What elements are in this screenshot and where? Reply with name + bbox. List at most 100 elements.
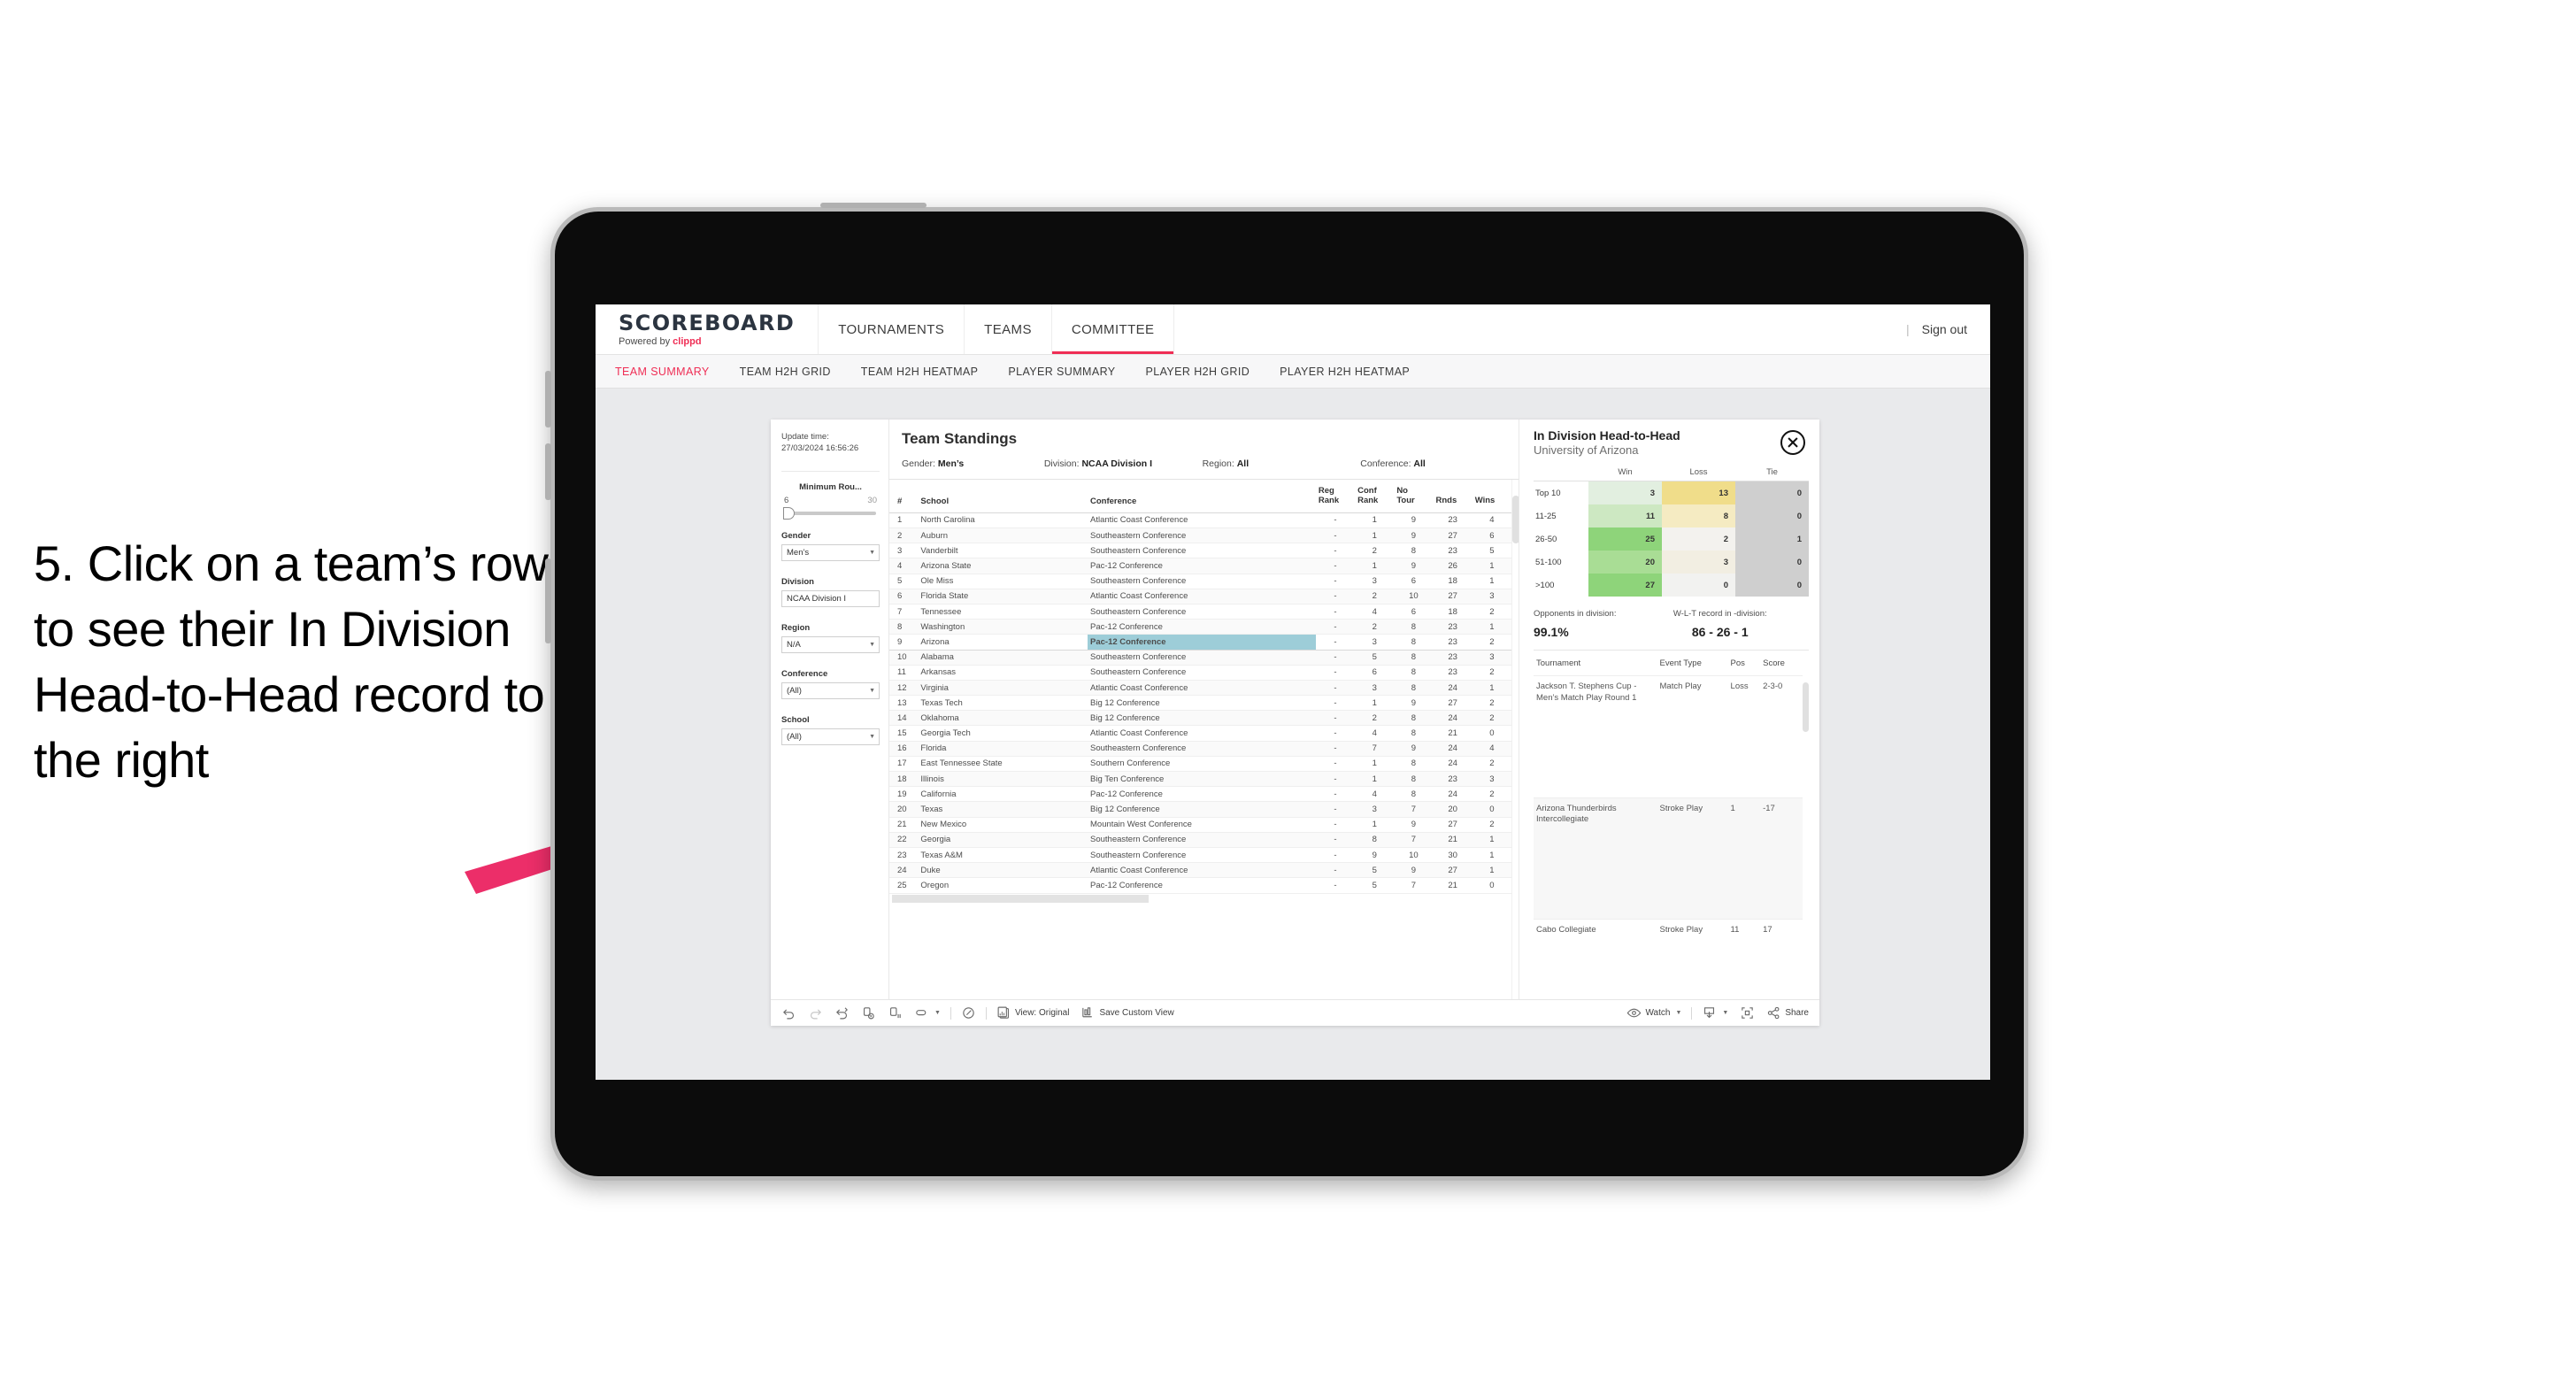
eye-icon: [1627, 1008, 1642, 1018]
cell-conference: Southern Conference: [1088, 756, 1316, 773]
cell-no-tour: 6: [1394, 604, 1434, 620]
tab-team-h2h-heatmap[interactable]: TEAM H2H HEATMAP: [861, 366, 979, 378]
horizontal-scrollbar-thumb[interactable]: [892, 894, 1149, 903]
filter-conference-label: Conference: [781, 668, 828, 679]
table-row[interactable]: 4 Arizona State Pac-12 Conference -1 9 26 1: [889, 558, 1511, 574]
close-icon[interactable]: [1780, 430, 1805, 455]
brand-logo[interactable]: SCOREBOARD Powered by clippd: [596, 304, 819, 354]
table-row[interactable]: 19 California Pac-12 Conference -4 8 24 2: [889, 786, 1511, 803]
standings-header: Team Standings Gender: Men’s Division: N…: [889, 420, 1519, 479]
table-row[interactable]: 7 Tennessee Southeastern Conference -4 6 18 2: [889, 604, 1511, 620]
filter-region: Region N/A ▼: [781, 623, 880, 653]
sign-out-area[interactable]: | Sign out: [1883, 304, 1990, 354]
tab-team-summary[interactable]: TEAM SUMMARY: [615, 366, 710, 378]
redo-button[interactable]: [808, 1005, 823, 1020]
table-row[interactable]: 17 East Tennessee State Southern Conferenc…: [889, 756, 1511, 773]
highlight-button[interactable]: ▼: [914, 1005, 941, 1020]
table-row[interactable]: 3 Vanderbilt Southeastern Conference -2 8 23 5: [889, 543, 1511, 559]
col-no-tour[interactable]: No Tour: [1394, 480, 1434, 513]
filter-gender-select[interactable]: Men’s ▼: [781, 543, 880, 561]
cell-rnds: 23: [1433, 771, 1473, 788]
pause-updates-button[interactable]: [888, 1005, 903, 1020]
table-row[interactable]: 9 Arizona Pac-12 Conference -3 8 23 2: [889, 634, 1511, 651]
vertical-scrollbar[interactable]: [1511, 480, 1519, 999]
filter-conference-select[interactable]: (All) ▼: [781, 681, 880, 699]
col-conf-rank[interactable]: Conf Rank: [1355, 480, 1395, 513]
h2h-cell-win: 27: [1588, 574, 1662, 597]
view-original-button[interactable]: View: Original: [996, 1005, 1069, 1020]
filter-school-select[interactable]: (All) ▼: [781, 728, 880, 745]
table-row[interactable]: 12 Virginia Atlantic Coast Conference -3 8 24…: [889, 680, 1511, 697]
col-rnds[interactable]: Rnds: [1433, 480, 1473, 513]
alert-button[interactable]: [961, 1005, 976, 1020]
table-row[interactable]: 22 Georgia Southeastern Conference -8 7 21 1: [889, 832, 1511, 848]
table-row[interactable]: 5 Ole Miss Southeastern Conference -3 6 18 1: [889, 574, 1511, 589]
tab-player-h2h-grid[interactable]: PLAYER H2H GRID: [1146, 366, 1250, 378]
table-row[interactable]: 18 Illinois Big Ten Conference -1 8 23 3: [889, 771, 1511, 788]
save-custom-view-button[interactable]: Save Custom View: [1080, 1005, 1174, 1020]
tournaments-scrollbar[interactable]: [1803, 651, 1810, 999]
meta-division-label: Division:: [1043, 458, 1080, 469]
revert-button[interactable]: [834, 1005, 850, 1020]
filter-division-label: Division: [781, 576, 814, 587]
watch-button[interactable]: Watch ▼: [1626, 1005, 1681, 1020]
cell-conference: Southeastern Conference: [1088, 650, 1316, 666]
table-row[interactable]: 8 Washington Pac-12 Conference -2 8 23 1: [889, 619, 1511, 635]
tab-player-h2h-heatmap[interactable]: PLAYER H2H HEATMAP: [1280, 366, 1410, 378]
table-row[interactable]: 25 Oregon Pac-12 Conference -5 7 21 0: [889, 877, 1511, 894]
tournament-row[interactable]: Jackson T. Stephens Cup - Men’s Match Pl…: [1534, 675, 1803, 798]
fullscreen-button[interactable]: [1740, 1005, 1755, 1020]
nav-item-teams[interactable]: TEAMS: [965, 304, 1052, 354]
undo-button[interactable]: [781, 1005, 796, 1020]
col-rank[interactable]: #: [889, 480, 919, 513]
table-row[interactable]: 6 Florida State Atlantic Coast Conference -…: [889, 589, 1511, 604]
table-row[interactable]: 15 Georgia Tech Atlantic Coast Conference -…: [889, 725, 1511, 742]
horizontal-scrollbar[interactable]: [889, 893, 1511, 904]
table-row[interactable]: 16 Florida Southeastern Conference -7 9 24 4: [889, 741, 1511, 757]
table-row[interactable]: 21 New Mexico Mountain West Conference -1 9 2…: [889, 817, 1511, 833]
table-row[interactable]: 20 Texas Big 12 Conference -3 7 20 0: [889, 801, 1511, 818]
tab-player-summary[interactable]: PLAYER SUMMARY: [1008, 366, 1115, 378]
table-row[interactable]: 1 North Carolina Atlantic Coast Conference…: [889, 512, 1511, 529]
tab-team-h2h-grid[interactable]: TEAM H2H GRID: [740, 366, 831, 378]
table-row[interactable]: 24 Duke Atlantic Coast Conference -5 9 27 1: [889, 862, 1511, 879]
trn-col-event-type[interactable]: Event Type: [1657, 651, 1728, 676]
cell-conf-rank: 6: [1355, 665, 1395, 681]
cell-conf-rank: 9: [1355, 847, 1395, 864]
highlight-icon: [916, 1010, 927, 1016]
col-conference[interactable]: Conference: [1088, 480, 1316, 513]
download-icon: [1704, 1007, 1715, 1019]
cell-school: Virginia: [918, 680, 1088, 697]
filter-division-select[interactable]: NCAA Division I: [781, 589, 880, 607]
table-row[interactable]: 11 Arkansas Southeastern Conference -6 8 23 2: [889, 665, 1511, 681]
tournament-row[interactable]: Arizona Thunderbirds Intercollegiate Stro…: [1534, 797, 1803, 920]
nav-item-tournaments[interactable]: TOURNAMENTS: [819, 304, 965, 354]
standings-table-column: # School Conference Reg Rank Conf Rank No T…: [889, 480, 1511, 999]
col-reg-rank[interactable]: Reg Rank: [1315, 480, 1356, 513]
slider-handle[interactable]: [783, 506, 795, 520]
table-row[interactable]: 2 Auburn Southeastern Conference -1 9 27 6: [889, 527, 1511, 544]
tournament-row[interactable]: Cabo Collegiate Stroke Play 11 17: [1534, 919, 1803, 999]
share-button[interactable]: Share: [1766, 1005, 1809, 1020]
table-row[interactable]: 23 Texas A&M Southeastern Conference -9 10 30…: [889, 847, 1511, 864]
sign-out-link[interactable]: Sign out: [1922, 322, 1967, 336]
table-row[interactable]: 10 Alabama Southeastern Conference -5 8 23 3: [889, 650, 1511, 666]
table-row[interactable]: 13 Texas Tech Big 12 Conference -1 9 27 2: [889, 695, 1511, 712]
download-button[interactable]: ▼: [1702, 1005, 1728, 1020]
col-school[interactable]: School: [918, 480, 1088, 513]
filter-minimum-rounds[interactable]: Minimum Rou... 6 30: [781, 482, 880, 520]
table-row[interactable]: 14 Oklahoma Big 12 Conference -2 8 24 2: [889, 710, 1511, 727]
minimum-rounds-slider[interactable]: [783, 506, 876, 520]
nav-item-committee[interactable]: COMMITTEE: [1051, 304, 1175, 354]
trn-col-score[interactable]: Score: [1760, 651, 1803, 676]
col-wins[interactable]: Wins: [1472, 480, 1511, 513]
trn-col-tournament[interactable]: Tournament: [1534, 651, 1657, 676]
refresh-data-button[interactable]: [861, 1005, 876, 1020]
cell-rnds: 27: [1433, 862, 1473, 879]
tournaments-scrollbar-thumb[interactable]: [1803, 682, 1810, 732]
filter-region-select[interactable]: N/A ▼: [781, 635, 880, 653]
cell-event-type: Match Play: [1657, 675, 1728, 798]
cell-wins: 2: [1472, 756, 1511, 773]
cell-rank: 1: [889, 512, 919, 529]
trn-col-pos[interactable]: Pos: [1728, 651, 1761, 676]
